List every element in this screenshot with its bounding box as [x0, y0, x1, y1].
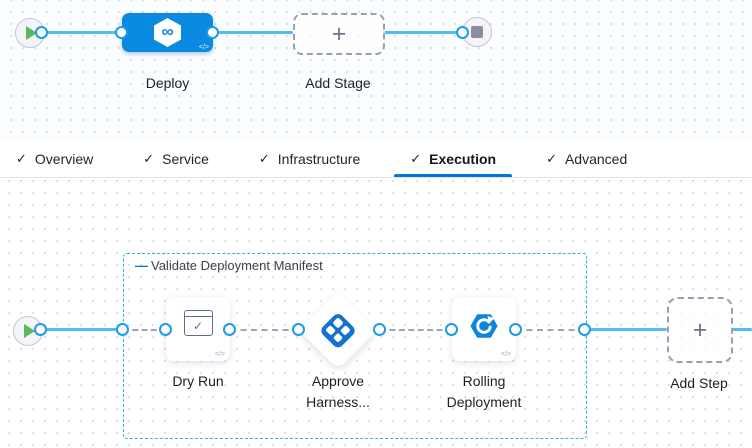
dashed-connector-line: [516, 329, 585, 331]
step-label-rolling-line2: Deployment: [434, 392, 534, 413]
approval-icon-cell: [340, 325, 351, 336]
tab-label: Advanced: [565, 151, 627, 167]
dashed-connector-line: [380, 329, 452, 331]
link-port: [34, 323, 47, 336]
check-icon: ✓: [143, 151, 154, 167]
check-icon: ✓: [546, 151, 557, 167]
dry-run-icon-check: ✓: [185, 317, 212, 335]
check-icon: ✓: [16, 151, 27, 167]
link-port: [223, 323, 236, 336]
link-port: [509, 323, 522, 336]
step-node-rolling-deployment[interactable]: </>: [452, 297, 516, 361]
approval-icon-cell: [333, 317, 344, 328]
link-port: [35, 26, 48, 39]
step-label-dry-run: Dry Run: [158, 371, 238, 392]
connector-line: [45, 31, 122, 34]
yaml-code-badge: </>: [215, 351, 225, 358]
infinity-glyph: ∞: [161, 22, 173, 42]
stage-label-deploy: Deploy: [122, 73, 213, 94]
step-label-rolling: Rolling Deployment: [434, 371, 534, 413]
connector-line: [731, 328, 752, 331]
tab-overview[interactable]: ✓ Overview: [0, 141, 109, 177]
connector-line: [383, 31, 458, 34]
approval-icon: [319, 311, 357, 349]
stage-node-deploy[interactable]: ∞ </>: [122, 13, 213, 52]
plus-icon: +: [693, 318, 708, 343]
step-label-approve-line1: Approve: [296, 371, 380, 392]
link-port: [456, 26, 469, 39]
link-port: [116, 323, 129, 336]
tab-label: Infrastructure: [278, 151, 360, 167]
link-port: [373, 323, 386, 336]
step-label-rolling-line1: Rolling: [434, 371, 534, 392]
add-stage-button[interactable]: +: [293, 13, 385, 55]
dashed-connector-line: [230, 329, 299, 331]
link-port: [159, 323, 172, 336]
stage-config-tabs: ✓ Overview ✓ Service ✓ Infrastructure ✓ …: [0, 141, 752, 178]
add-step-button[interactable]: +: [667, 297, 733, 363]
tab-advanced[interactable]: ✓ Advanced: [530, 141, 643, 177]
add-stage-label: Add Stage: [293, 73, 383, 94]
add-step-label: Add Step: [663, 373, 735, 394]
connector-line: [585, 328, 667, 331]
link-port: [292, 323, 305, 336]
approval-icon-cell: [333, 332, 344, 343]
tab-label: Service: [162, 151, 209, 167]
active-tab-underline: [394, 174, 512, 177]
link-port: [206, 26, 219, 39]
tab-execution[interactable]: ✓ Execution: [394, 141, 512, 177]
stop-icon: [471, 26, 483, 38]
dry-run-icon: ✓: [184, 310, 213, 336]
harness-cd-icon: ∞: [154, 18, 181, 47]
connector-line: [213, 31, 293, 34]
stage-pipeline-canvas: ∞ </> Deploy + Add Stage: [0, 0, 752, 141]
step-group-header: — Validate Deployment Manifest: [135, 258, 323, 273]
link-port: [445, 323, 458, 336]
connector-line: [41, 328, 123, 331]
plus-icon: +: [332, 22, 347, 47]
check-icon: ✓: [259, 151, 270, 167]
collapse-group-icon[interactable]: —: [135, 258, 148, 273]
yaml-code-badge: </>: [199, 44, 209, 51]
execution-step-canvas: — Validate Deployment Manifest ✓ </> Dry…: [0, 178, 752, 448]
yaml-code-badge: </>: [501, 351, 511, 358]
tab-service[interactable]: ✓ Service: [127, 141, 225, 177]
step-label-approve-line2: Harness...: [296, 392, 380, 413]
rolling-deployment-icon: [468, 310, 500, 342]
step-label-approve: Approve Harness...: [296, 371, 380, 413]
step-node-dry-run[interactable]: ✓ </>: [166, 297, 230, 361]
step-group-title: Validate Deployment Manifest: [151, 258, 323, 273]
tab-label: Overview: [35, 151, 93, 167]
tab-infrastructure[interactable]: ✓ Infrastructure: [243, 141, 376, 177]
approval-icon-cell: [325, 325, 336, 336]
check-icon: ✓: [410, 151, 421, 167]
link-port: [578, 323, 591, 336]
link-port: [115, 26, 128, 39]
tab-label: Execution: [429, 151, 496, 167]
